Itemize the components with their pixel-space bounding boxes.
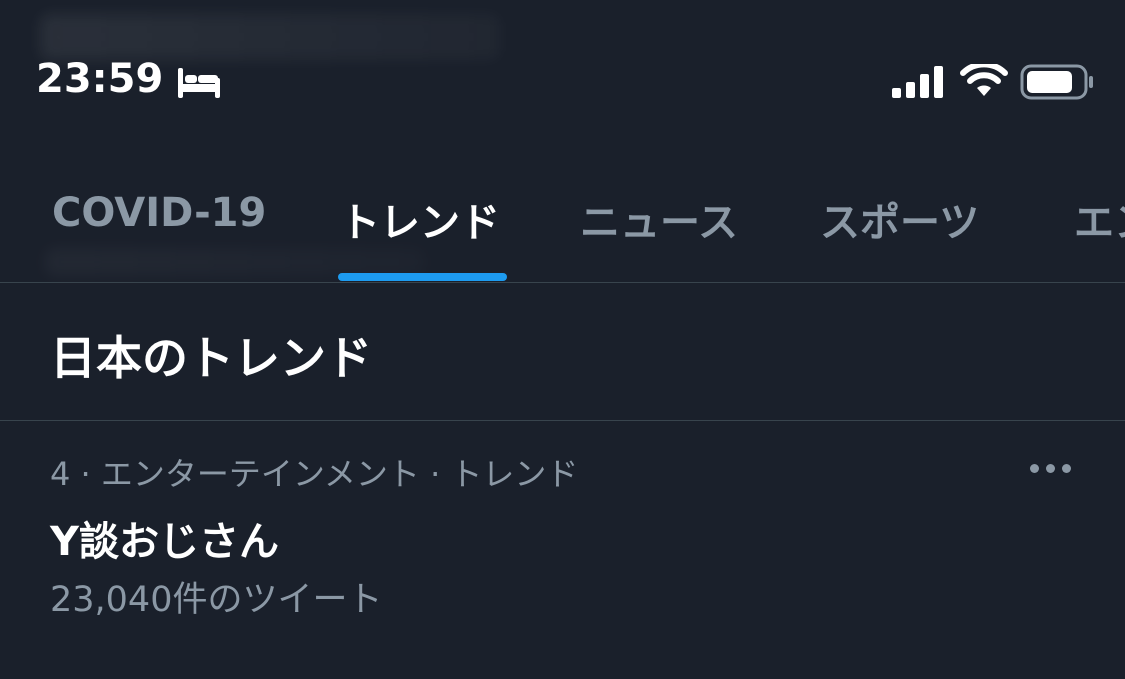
trend-name: Y談おじさん xyxy=(50,519,279,565)
tab-sports[interactable]: スポーツ xyxy=(820,190,979,248)
battery-icon xyxy=(1020,64,1093,100)
tab-entertainment[interactable]: エン xyxy=(1074,190,1125,248)
status-bar: 23:59 xyxy=(0,0,1125,150)
active-tab-indicator xyxy=(338,273,507,281)
tabs-divider xyxy=(0,282,1125,283)
more-dot xyxy=(1045,463,1055,473)
trend-item[interactable]: 4 · エンターテインメント · トレンド Y談おじさん 23,040件のツイー… xyxy=(0,421,1125,679)
more-dot xyxy=(1061,463,1071,473)
more-horizontal-icon[interactable] xyxy=(1020,451,1080,485)
wifi-icon xyxy=(960,64,1008,96)
trend-tweet-count: 23,040件のツイート xyxy=(50,580,383,620)
category-tabs: COVID-19 トレンド ニュース スポーツ エン xyxy=(0,170,1125,283)
bed-icon xyxy=(178,68,220,98)
tab-covid19[interactable]: COVID-19 xyxy=(52,190,266,236)
tab-news[interactable]: ニュース xyxy=(580,190,738,248)
cellular-signal-icon xyxy=(892,66,943,98)
section-title: 日本のトレンド xyxy=(50,331,372,385)
status-time: 23:59 xyxy=(36,56,164,102)
tab-trends[interactable]: トレンド xyxy=(340,190,500,248)
trend-meta: 4 · エンターテインメント · トレンド xyxy=(50,455,579,493)
more-dot xyxy=(1029,463,1039,473)
